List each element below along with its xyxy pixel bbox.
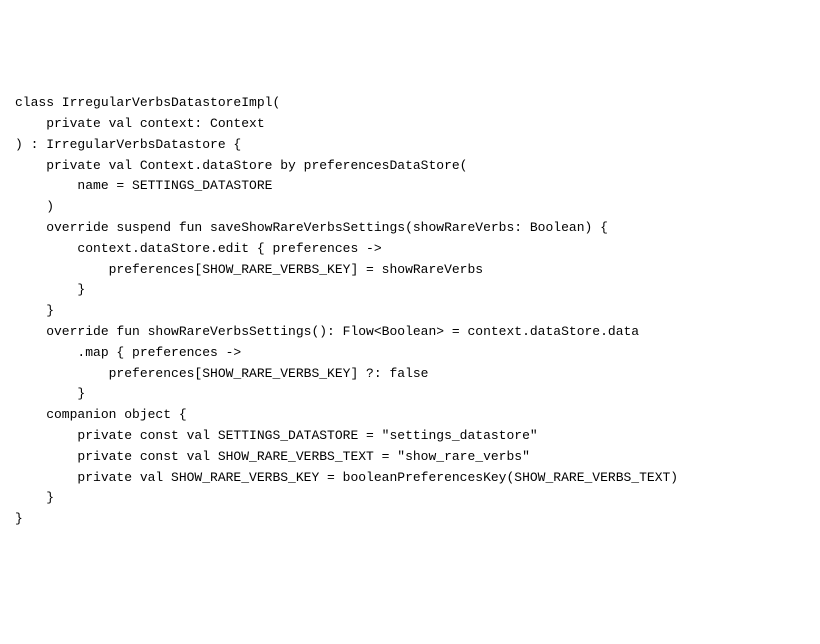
code-block: class IrregularVerbsDatastoreImpl( priva… bbox=[15, 93, 805, 530]
code-line: name = SETTINGS_DATASTORE bbox=[15, 176, 805, 197]
code-line: context.dataStore.edit { preferences -> bbox=[15, 239, 805, 260]
code-line: override suspend fun saveShowRareVerbsSe… bbox=[15, 218, 805, 239]
code-line: override fun showRareVerbsSettings(): Fl… bbox=[15, 322, 805, 343]
code-line: private val context: Context bbox=[15, 114, 805, 135]
code-line: class IrregularVerbsDatastoreImpl( bbox=[15, 93, 805, 114]
code-line: ) : IrregularVerbsDatastore { bbox=[15, 135, 805, 156]
code-line: private val Context.dataStore by prefere… bbox=[15, 156, 805, 177]
code-line: } bbox=[15, 301, 805, 322]
code-line: } bbox=[15, 384, 805, 405]
code-line: ) bbox=[15, 197, 805, 218]
code-line: } bbox=[15, 509, 805, 530]
code-line: companion object { bbox=[15, 405, 805, 426]
code-line: private val SHOW_RARE_VERBS_KEY = boolea… bbox=[15, 468, 805, 489]
code-line: .map { preferences -> bbox=[15, 343, 805, 364]
code-line: } bbox=[15, 488, 805, 509]
code-line: preferences[SHOW_RARE_VERBS_KEY] ?: fals… bbox=[15, 364, 805, 385]
code-line: private const val SHOW_RARE_VERBS_TEXT =… bbox=[15, 447, 805, 468]
code-line: preferences[SHOW_RARE_VERBS_KEY] = showR… bbox=[15, 260, 805, 281]
code-line: } bbox=[15, 280, 805, 301]
code-line: private const val SETTINGS_DATASTORE = "… bbox=[15, 426, 805, 447]
